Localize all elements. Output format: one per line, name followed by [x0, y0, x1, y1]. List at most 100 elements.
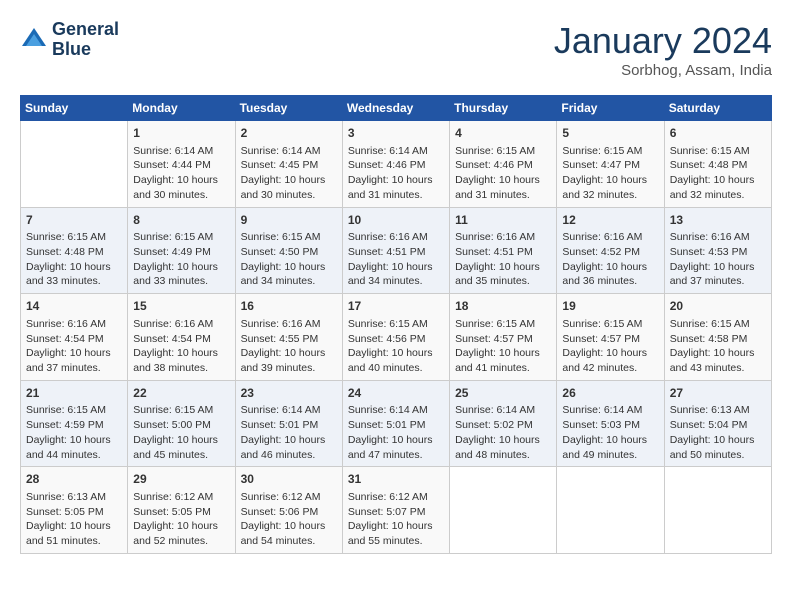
calendar-cell: 29 Sunrise: 6:12 AM Sunset: 5:05 PM Dayli…	[128, 467, 235, 554]
day-info: Sunrise: 6:16 AM Sunset: 4:51 PM Dayligh…	[455, 230, 551, 289]
day-number: 28	[26, 471, 122, 488]
day-number: 17	[348, 298, 444, 315]
day-info: Sunrise: 6:14 AM Sunset: 5:01 PM Dayligh…	[241, 403, 337, 462]
calendar-cell: 2Sunrise: 6:14 AM Sunset: 4:45 PM Daylig…	[235, 121, 342, 208]
day-info: Sunrise: 6:16 AM Sunset: 4:54 PM Dayligh…	[133, 317, 229, 376]
day-number: 27	[670, 385, 766, 402]
calendar-cell: 22Sunrise: 6:15 AM Sunset: 5:00 PM Dayli…	[128, 380, 235, 467]
day-info: Sunrise: 6:12 AM Sunset: 5:07 PM Dayligh…	[348, 490, 444, 549]
calendar-cell: 17 Sunrise: 6:15 AM Sunset: 4:56 PM Dayli…	[342, 294, 449, 381]
day-info: Sunrise: 6:14 AM Sunset: 4:44 PM Dayligh…	[133, 144, 229, 203]
logo-text: General Blue	[52, 20, 119, 60]
day-number: 30	[241, 471, 337, 488]
calendar-cell: 9Sunrise: 6:15 AM Sunset: 4:50 PM Daylig…	[235, 207, 342, 294]
calendar-cell: 16Sunrise: 6:16 AM Sunset: 4:55 PM Dayli…	[235, 294, 342, 381]
day-info: Sunrise: 6:14 AM Sunset: 5:02 PM Dayligh…	[455, 403, 551, 462]
day-info: Sunrise: 6:15 AM Sunset: 4:49 PM Dayligh…	[133, 230, 229, 289]
day-info: Sunrise: 6:14 AM Sunset: 4:45 PM Dayligh…	[241, 144, 337, 203]
calendar-cell: 26Sunrise: 6:14 AM Sunset: 5:03 PM Dayli…	[557, 380, 664, 467]
day-number: 5	[562, 125, 658, 142]
calendar-cell	[557, 467, 664, 554]
day-number: 22	[133, 385, 229, 402]
calendar-cell: 14 Sunrise: 6:16 AM Sunset: 4:54 PM Dayli…	[21, 294, 128, 381]
calendar-cell: 5 Sunrise: 6:15 AM Sunset: 4:47 PM Daylig…	[557, 121, 664, 208]
calendar-week-row: 14 Sunrise: 6:16 AM Sunset: 4:54 PM Dayli…	[21, 294, 772, 381]
calendar-cell: 11Sunrise: 6:16 AM Sunset: 4:51 PM Dayli…	[450, 207, 557, 294]
day-number: 18	[455, 298, 551, 315]
weekday-header: Sunday	[21, 96, 128, 121]
day-info: Sunrise: 6:16 AM Sunset: 4:55 PM Dayligh…	[241, 317, 337, 376]
day-info: Sunrise: 6:16 AM Sunset: 4:54 PM Dayligh…	[26, 317, 122, 376]
day-info: Sunrise: 6:13 AM Sunset: 5:05 PM Dayligh…	[26, 490, 122, 549]
day-info: Sunrise: 6:12 AM Sunset: 5:06 PM Dayligh…	[241, 490, 337, 549]
weekday-header: Monday	[128, 96, 235, 121]
day-number: 23	[241, 385, 337, 402]
calendar-week-row: 21Sunrise: 6:15 AM Sunset: 4:59 PM Dayli…	[21, 380, 772, 467]
logo-icon	[20, 26, 48, 54]
calendar-cell: 15Sunrise: 6:16 AM Sunset: 4:54 PM Dayli…	[128, 294, 235, 381]
weekday-header: Tuesday	[235, 96, 342, 121]
calendar-cell: 4Sunrise: 6:15 AM Sunset: 4:46 PM Daylig…	[450, 121, 557, 208]
calendar-cell: 10Sunrise: 6:16 AM Sunset: 4:51 PM Dayli…	[342, 207, 449, 294]
day-info: Sunrise: 6:15 AM Sunset: 4:57 PM Dayligh…	[562, 317, 658, 376]
calendar-week-row: 28 Sunrise: 6:13 AM Sunset: 5:05 PM Dayli…	[21, 467, 772, 554]
day-info: Sunrise: 6:16 AM Sunset: 4:53 PM Dayligh…	[670, 230, 766, 289]
day-number: 7	[26, 212, 122, 229]
day-info: Sunrise: 6:15 AM Sunset: 4:58 PM Dayligh…	[670, 317, 766, 376]
day-number: 25	[455, 385, 551, 402]
calendar-cell: 19 Sunrise: 6:15 AM Sunset: 4:57 PM Dayli…	[557, 294, 664, 381]
day-info: Sunrise: 6:16 AM Sunset: 4:51 PM Dayligh…	[348, 230, 444, 289]
day-number: 10	[348, 212, 444, 229]
day-number: 8	[133, 212, 229, 229]
day-info: Sunrise: 6:14 AM Sunset: 5:01 PM Dayligh…	[348, 403, 444, 462]
day-number: 20	[670, 298, 766, 315]
day-number: 31	[348, 471, 444, 488]
calendar-cell: 3 Sunrise: 6:14 AM Sunset: 4:46 PM Daylig…	[342, 121, 449, 208]
calendar-cell: 20 Sunrise: 6:15 AM Sunset: 4:58 PM Dayli…	[664, 294, 771, 381]
day-number: 26	[562, 385, 658, 402]
day-number: 29	[133, 471, 229, 488]
day-number: 4	[455, 125, 551, 142]
day-number: 11	[455, 212, 551, 229]
day-number: 21	[26, 385, 122, 402]
day-info: Sunrise: 6:15 AM Sunset: 4:50 PM Dayligh…	[241, 230, 337, 289]
calendar-cell: 30 Sunrise: 6:12 AM Sunset: 5:06 PM Dayli…	[235, 467, 342, 554]
calendar-cell: 27Sunrise: 6:13 AM Sunset: 5:04 PM Dayli…	[664, 380, 771, 467]
day-info: Sunrise: 6:15 AM Sunset: 4:48 PM Dayligh…	[26, 230, 122, 289]
weekday-header: Thursday	[450, 96, 557, 121]
day-info: Sunrise: 6:15 AM Sunset: 4:56 PM Dayligh…	[348, 317, 444, 376]
day-info: Sunrise: 6:14 AM Sunset: 5:03 PM Dayligh…	[562, 403, 658, 462]
calendar-cell: 21Sunrise: 6:15 AM Sunset: 4:59 PM Dayli…	[21, 380, 128, 467]
month-title: January 2024	[554, 20, 772, 62]
weekday-header: Wednesday	[342, 96, 449, 121]
day-number: 14	[26, 298, 122, 315]
day-info: Sunrise: 6:15 AM Sunset: 4:59 PM Dayligh…	[26, 403, 122, 462]
day-number: 12	[562, 212, 658, 229]
calendar-cell: 6Sunrise: 6:15 AM Sunset: 4:48 PM Daylig…	[664, 121, 771, 208]
calendar-cell: 13Sunrise: 6:16 AM Sunset: 4:53 PM Dayli…	[664, 207, 771, 294]
day-number: 3	[348, 125, 444, 142]
weekday-header: Saturday	[664, 96, 771, 121]
weekday-header-row: SundayMondayTuesdayWednesdayThursdayFrid…	[21, 96, 772, 121]
day-info: Sunrise: 6:15 AM Sunset: 4:57 PM Dayligh…	[455, 317, 551, 376]
calendar-cell: 25Sunrise: 6:14 AM Sunset: 5:02 PM Dayli…	[450, 380, 557, 467]
calendar-cell: 23Sunrise: 6:14 AM Sunset: 5:01 PM Dayli…	[235, 380, 342, 467]
day-number: 24	[348, 385, 444, 402]
weekday-header: Friday	[557, 96, 664, 121]
day-info: Sunrise: 6:12 AM Sunset: 5:05 PM Dayligh…	[133, 490, 229, 549]
day-info: Sunrise: 6:14 AM Sunset: 4:46 PM Dayligh…	[348, 144, 444, 203]
calendar-cell: 8Sunrise: 6:15 AM Sunset: 4:49 PM Daylig…	[128, 207, 235, 294]
day-info: Sunrise: 6:13 AM Sunset: 5:04 PM Dayligh…	[670, 403, 766, 462]
calendar-cell: 31 Sunrise: 6:12 AM Sunset: 5:07 PM Dayli…	[342, 467, 449, 554]
day-info: Sunrise: 6:16 AM Sunset: 4:52 PM Dayligh…	[562, 230, 658, 289]
calendar-table: SundayMondayTuesdayWednesdayThursdayFrid…	[20, 95, 772, 554]
day-number: 9	[241, 212, 337, 229]
calendar-cell	[21, 121, 128, 208]
day-info: Sunrise: 6:15 AM Sunset: 5:00 PM Dayligh…	[133, 403, 229, 462]
calendar-week-row: 7Sunrise: 6:15 AM Sunset: 4:48 PM Daylig…	[21, 207, 772, 294]
calendar-cell: 24Sunrise: 6:14 AM Sunset: 5:01 PM Dayli…	[342, 380, 449, 467]
day-info: Sunrise: 6:15 AM Sunset: 4:47 PM Dayligh…	[562, 144, 658, 203]
day-number: 6	[670, 125, 766, 142]
day-number: 19	[562, 298, 658, 315]
calendar-cell: 7Sunrise: 6:15 AM Sunset: 4:48 PM Daylig…	[21, 207, 128, 294]
